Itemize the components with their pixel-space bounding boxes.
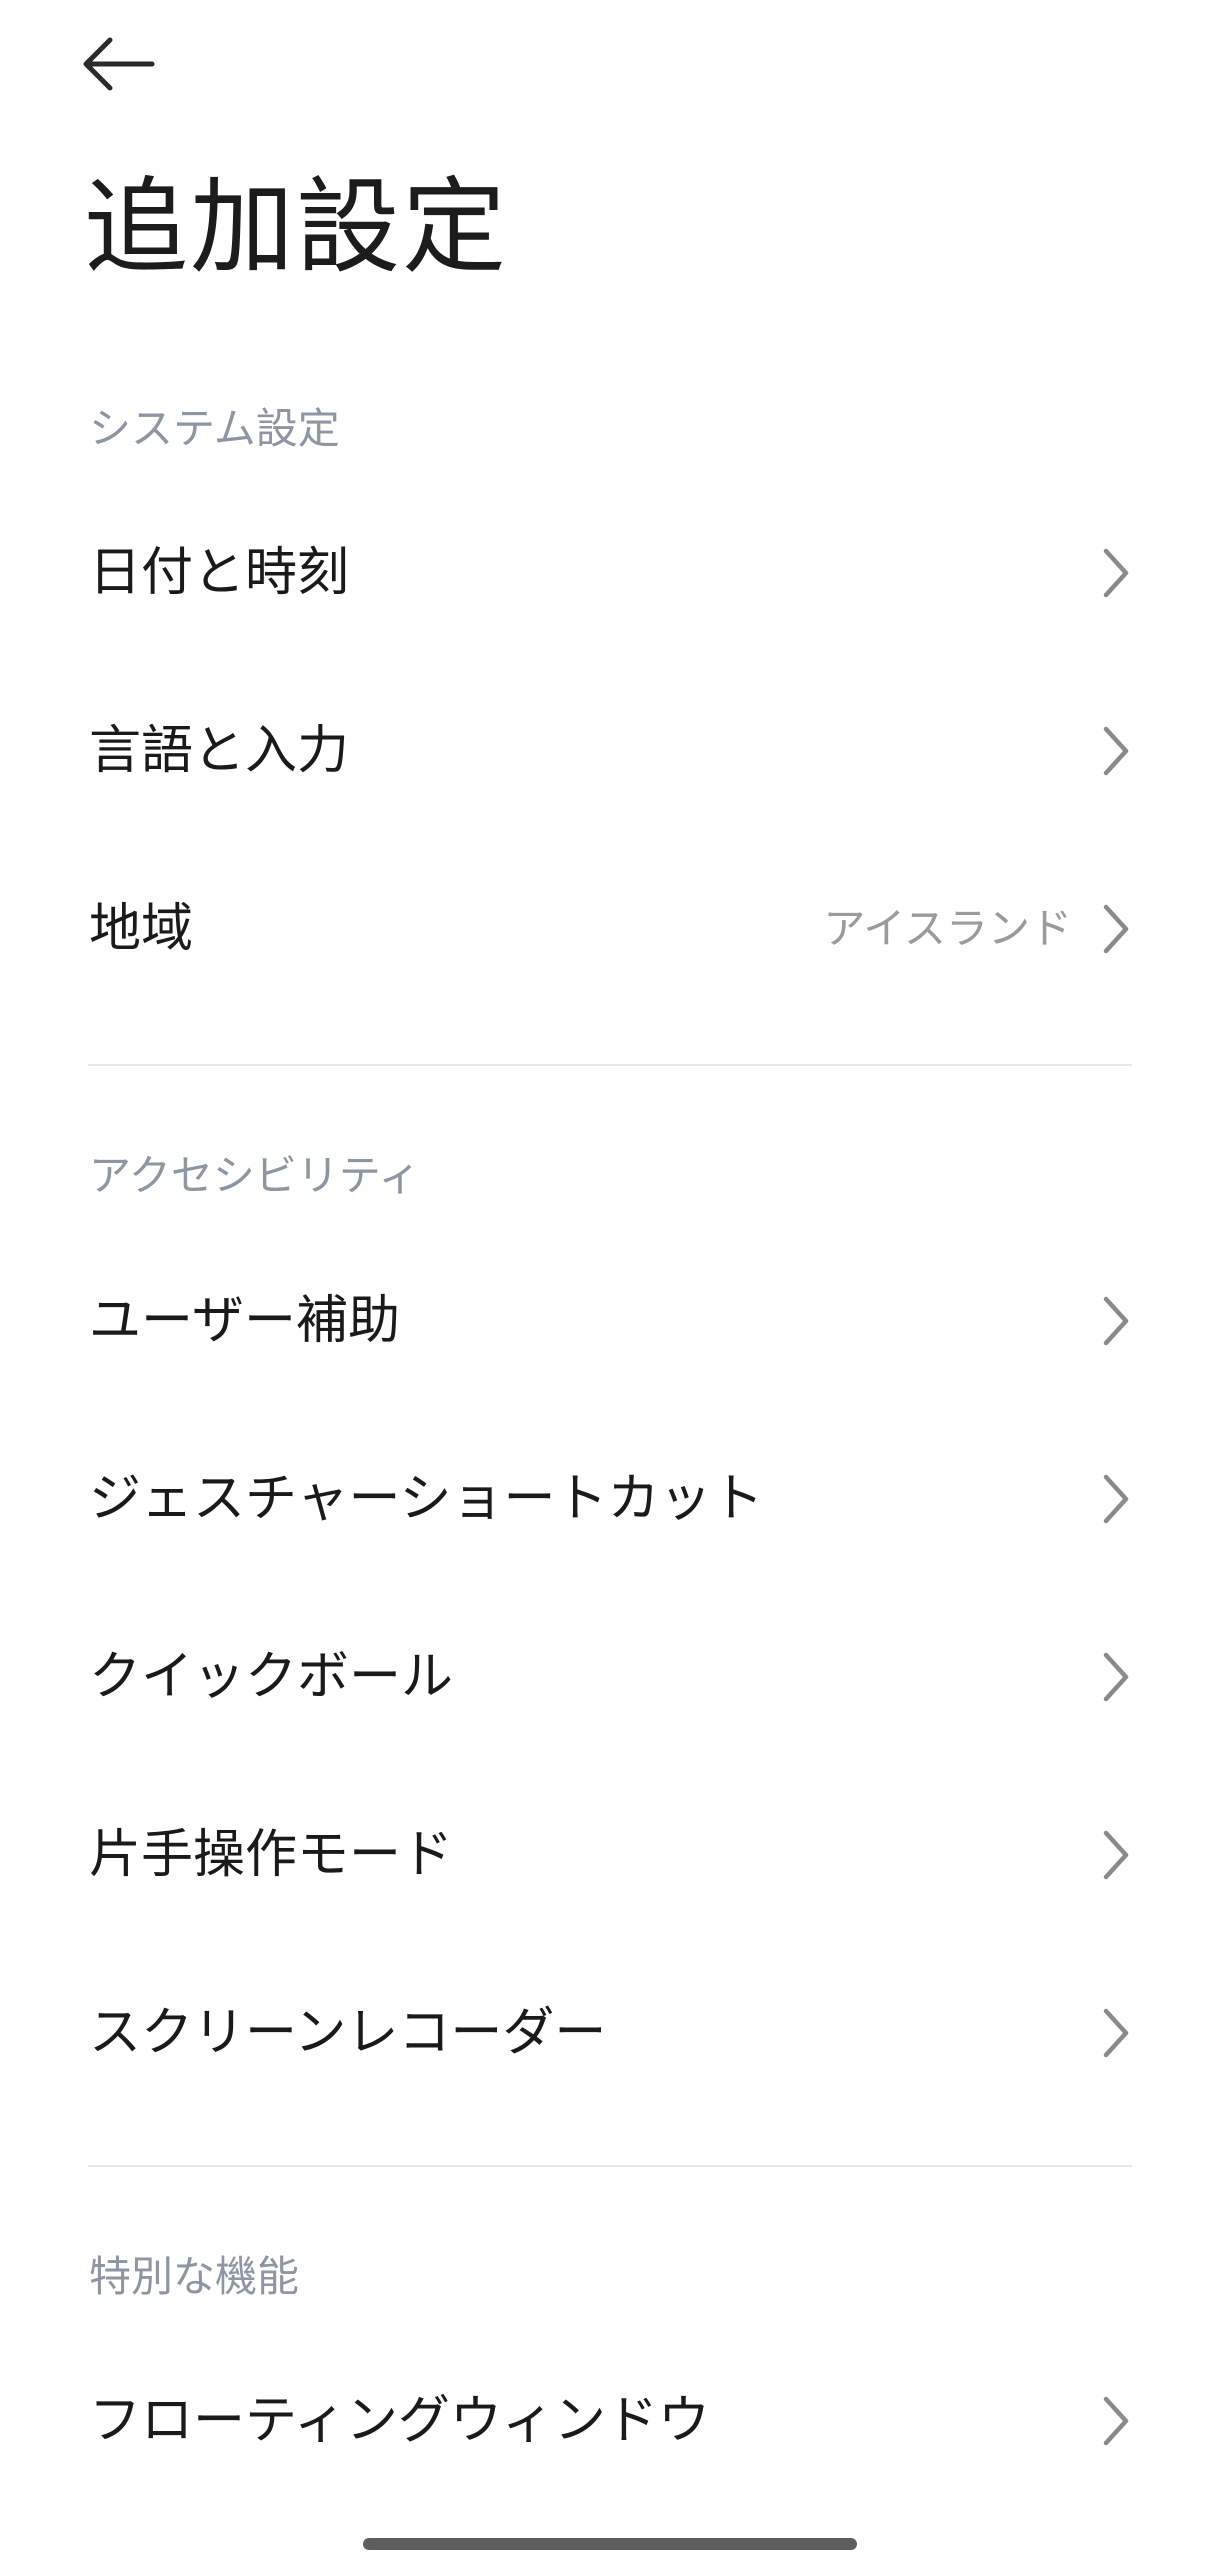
- chevron-right-icon: [1098, 1471, 1134, 1527]
- chevron-right-icon: [1098, 1649, 1134, 1705]
- settings-row-gesture-shortcuts[interactable]: ジェスチャーショートカット: [0, 1410, 1220, 1588]
- settings-row-date-time[interactable]: 日付と時刻: [0, 484, 1220, 662]
- chevron-right-icon: [1098, 901, 1134, 957]
- arrow-left-icon: [80, 36, 156, 92]
- row-label: ジェスチャーショートカット: [89, 1469, 764, 1529]
- section-divider: [88, 2165, 1132, 2167]
- page-title: 追加設定: [84, 166, 509, 288]
- chevron-right-icon: [1098, 2393, 1134, 2449]
- row-label: 言語と入力: [89, 721, 350, 781]
- row-label: クイックボール: [89, 1647, 454, 1707]
- row-label: ユーザー補助: [89, 1291, 400, 1351]
- home-indicator[interactable]: [363, 2538, 857, 2550]
- settings-row-one-handed-mode[interactable]: 片手操作モード: [0, 1766, 1220, 1944]
- region-value: アイスランド: [823, 904, 1072, 953]
- settings-row-language-input[interactable]: 言語と入力: [0, 662, 1220, 840]
- settings-row-accessibility[interactable]: ユーザー補助: [0, 1232, 1220, 1410]
- row-label: 地域: [89, 899, 194, 959]
- section-header-special-features: 特別な機能: [89, 2252, 300, 2301]
- row-label: スクリーンレコーダー: [89, 2003, 607, 2063]
- chevron-right-icon: [1098, 2005, 1134, 2061]
- row-label: 片手操作モード: [89, 1825, 454, 1885]
- row-label: 日付と時刻: [89, 543, 350, 603]
- chevron-right-icon: [1098, 1827, 1134, 1883]
- settings-row-floating-windows[interactable]: フローティングウィンドウ: [0, 2332, 1220, 2510]
- section-header-system-settings: システム設定: [89, 404, 340, 453]
- back-button[interactable]: [80, 28, 176, 100]
- row-label: フローティングウィンドウ: [89, 2391, 710, 2451]
- settings-row-quick-ball[interactable]: クイックボール: [0, 1588, 1220, 1766]
- chevron-right-icon: [1098, 723, 1134, 779]
- chevron-right-icon: [1098, 1293, 1134, 1349]
- section-header-accessibility: アクセシビリティ: [89, 1151, 421, 1200]
- section-divider: [88, 1064, 1132, 1066]
- settings-row-region[interactable]: 地域 アイスランド: [0, 840, 1220, 1018]
- settings-row-screen-recorder[interactable]: スクリーンレコーダー: [0, 1944, 1220, 2122]
- chevron-right-icon: [1098, 545, 1134, 601]
